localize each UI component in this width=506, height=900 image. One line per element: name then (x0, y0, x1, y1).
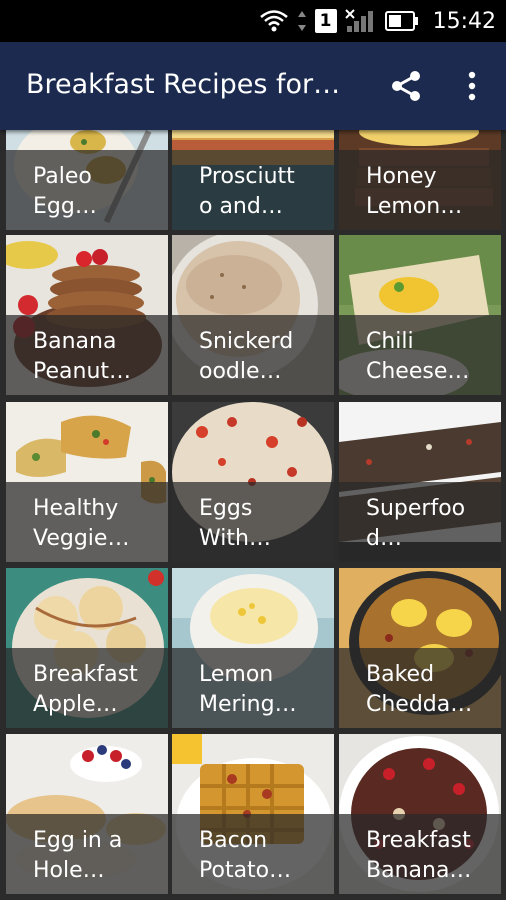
share-button[interactable] (386, 66, 426, 106)
recipe-name-line1: Egg in a (33, 828, 123, 853)
recipe-name-line2: d… (366, 526, 402, 551)
recipe-name-line1: Eggs (199, 496, 253, 521)
recipe-caption: Chili Cheese… (339, 315, 501, 395)
recipe-tile[interactable]: Chili Cheese… (339, 235, 501, 395)
battery-icon (384, 11, 418, 31)
recipe-tile[interactable]: Superfoo d… (339, 402, 501, 562)
recipe-name-line2: Peanut… (33, 359, 132, 384)
recipe-name-line2: With… (199, 526, 271, 551)
app-title: Breakfast Recipes for… (26, 69, 341, 100)
recipe-caption: Superfoo d… (339, 482, 501, 562)
recipe-tile[interactable]: Egg in a Hole… (6, 734, 168, 894)
recipe-name-line1: Baked (366, 662, 435, 687)
recipe-tile[interactable]: Baked Chedda… (339, 568, 501, 728)
recipe-caption: Bacon Potato… (172, 814, 334, 894)
recipe-name-line2: Veggie… (33, 526, 130, 551)
status-icons: 1 15:42 (259, 5, 496, 37)
recipe-caption: Eggs With… (172, 482, 334, 562)
recipe-name-line2: o and… (199, 194, 283, 219)
recipe-tile[interactable]: Breakfast Apple… (6, 568, 168, 728)
recipe-name-line1: Snickerd (199, 329, 294, 354)
recipe-name-line1: Honey (366, 164, 437, 189)
recipe-caption: Baked Chedda… (339, 648, 501, 728)
recipe-name-line2: Apple… (33, 692, 118, 717)
recipe-name-line1: Breakfast (366, 828, 471, 853)
recipe-tile[interactable]: Lemon Mering… (172, 568, 334, 728)
recipe-name-line2: Potato… (199, 858, 292, 883)
recipe-name-line2: Hole… (33, 858, 105, 883)
recipe-name-line2: Chedda… (366, 692, 473, 717)
recipe-caption: Paleo Egg… (6, 150, 168, 230)
recipe-name-line2: Lemon… (366, 194, 463, 219)
recipe-caption: Healthy Veggie… (6, 482, 168, 562)
recipe-grid: Paleo Egg… Prosciutt o and… Honey Lemon… (0, 130, 506, 900)
recipe-name-line1: Banana (33, 329, 117, 354)
data-arrows-icon (297, 11, 306, 31)
app-bar: Breakfast Recipes for… (0, 42, 506, 130)
recipe-name-line2: oodle… (199, 359, 282, 384)
recipe-caption: Prosciutt o and… (172, 150, 334, 230)
overflow-menu-button[interactable] (452, 66, 492, 106)
recipe-caption: Lemon Mering… (172, 648, 334, 728)
recipe-caption: Breakfast Apple… (6, 648, 168, 728)
recipe-name-line2: Cheese… (366, 359, 470, 384)
recipe-name-line1: Breakfast (33, 662, 138, 687)
more-vert-icon (468, 71, 476, 101)
recipe-tile[interactable]: Healthy Veggie… (6, 402, 168, 562)
recipe-tile[interactable]: Paleo Egg… (6, 130, 168, 230)
recipe-tile[interactable]: Snickerd oodle… (172, 235, 334, 395)
recipe-tile[interactable]: Breakfast Banana… (339, 734, 501, 894)
recipe-caption: Snickerd oodle… (172, 315, 334, 395)
share-icon (392, 71, 420, 101)
recipe-name-line1: Bacon (199, 828, 268, 853)
recipe-tile[interactable]: Banana Peanut… (6, 235, 168, 395)
recipe-name-line1: Paleo (33, 164, 92, 189)
signal-icon (344, 9, 373, 32)
recipe-caption: Banana Peanut… (6, 315, 168, 395)
recipe-name-line2: Egg… (33, 194, 97, 219)
recipe-name-line1: Prosciutt (199, 164, 295, 189)
recipe-caption: Breakfast Banana… (339, 814, 501, 894)
recipe-tile[interactable]: Bacon Potato… (172, 734, 334, 894)
recipe-name-line1: Healthy (33, 496, 119, 521)
recipe-tile[interactable]: Eggs With… (172, 402, 334, 562)
recipe-name-line2: Banana… (366, 858, 472, 883)
recipe-name-line1: Lemon (199, 662, 274, 687)
recipe-name-line1: Chili (366, 329, 414, 354)
recipe-name-line1: Superfoo (366, 496, 466, 521)
recipe-tile[interactable]: Honey Lemon… (339, 130, 501, 230)
recipe-caption: Egg in a Hole… (6, 814, 168, 894)
recipe-name-line2: Mering… (199, 692, 297, 717)
recipe-tile[interactable]: Prosciutt o and… (172, 130, 334, 230)
clock: 15:42 (432, 8, 496, 34)
recipe-caption: Honey Lemon… (339, 150, 501, 230)
status-bar: 1 15:42 (0, 0, 506, 42)
wifi-icon (259, 10, 288, 32)
sim-badge-icon: 1 (314, 9, 337, 33)
